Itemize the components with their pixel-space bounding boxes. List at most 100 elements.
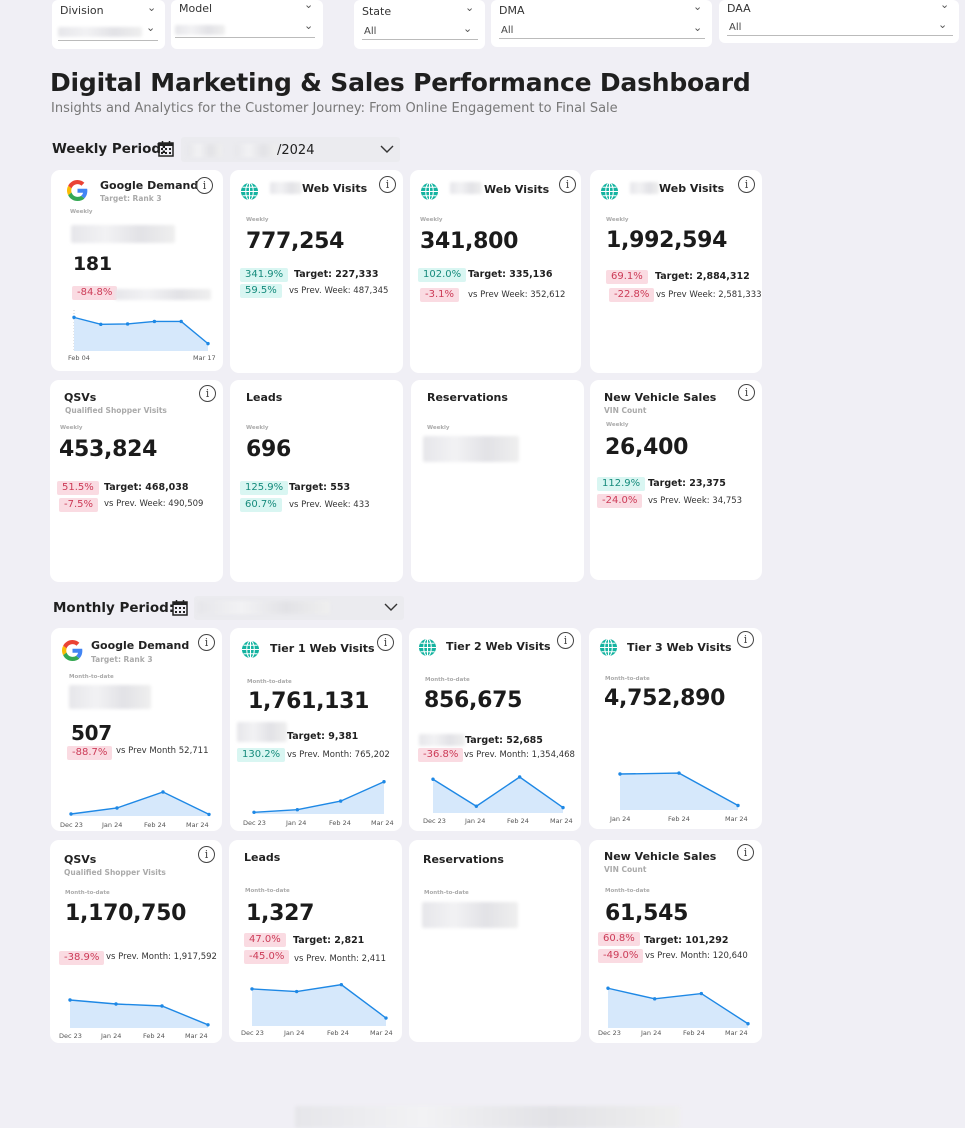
kpi-value: 696 <box>246 437 292 462</box>
info-icon[interactable]: i <box>377 634 394 651</box>
sparkline-point <box>152 319 157 324</box>
monthly-google-demand-sparkline <box>69 790 211 817</box>
info-icon[interactable]: i <box>738 384 755 401</box>
chevron-down-icon[interactable] <box>380 145 394 154</box>
monthly-qsv-card: QSVs Qualified Shopper Visits i Month-to… <box>50 840 222 1043</box>
info-icon[interactable]: i <box>196 177 213 194</box>
model-label: Model <box>179 2 213 15</box>
info-icon[interactable]: i <box>198 634 215 651</box>
google-icon <box>62 640 83 661</box>
kpi-value: 181 <box>73 253 112 275</box>
sparkline-point <box>677 771 681 775</box>
axis-tick: Mar 24 <box>550 817 573 825</box>
monthly-leads-sparkline <box>250 982 388 1026</box>
info-icon[interactable]: i <box>559 176 576 193</box>
model-slicer[interactable]: Model ⌄ ⌄ <box>171 0 323 49</box>
sparkline-point <box>338 799 343 803</box>
kpi-value: 507 <box>71 721 112 745</box>
prev-pct-badge: 60.7% <box>240 498 282 512</box>
axis-tick: Dec 23 <box>59 1032 82 1040</box>
card-title: Web Visits <box>484 183 550 196</box>
kpi-value: 453,824 <box>59 437 158 462</box>
sparkline-point <box>746 1022 750 1026</box>
chevron-down-icon[interactable]: ⌄ <box>304 0 313 11</box>
weekly-period-dropdown[interactable]: /2024 <box>181 137 400 162</box>
info-icon[interactable]: i <box>737 844 754 861</box>
info-icon[interactable]: i <box>737 631 754 648</box>
kpi-value: 856,675 <box>424 688 523 713</box>
target-pct-badge: 112.9% <box>597 477 646 491</box>
google-icon <box>67 180 88 201</box>
prev-pct-badge: -49.0% <box>598 949 644 963</box>
globe-icon <box>418 638 437 657</box>
axis-tick: Mar 24 <box>725 1029 748 1037</box>
chevron-down-icon[interactable]: ⌄ <box>147 1 156 14</box>
sparkline-point <box>561 805 565 810</box>
monthly-new-vehicle-sales-sparkline <box>606 986 750 1028</box>
target-text: Target: 227,333 <box>294 269 379 280</box>
kpi-value: 26,400 <box>605 435 689 460</box>
sparkline-point <box>618 772 622 776</box>
footer-redacted <box>295 1106 680 1128</box>
delta-badge: -84.8% <box>72 286 118 300</box>
period-caption: Month-to-date <box>65 890 110 896</box>
card-title: Leads <box>246 391 283 404</box>
info-icon[interactable]: i <box>557 632 574 649</box>
monthly-qsv-sparkline <box>68 998 210 1028</box>
chevron-down-icon[interactable]: ⌄ <box>938 18 947 31</box>
target-pct-badge: 47.0% <box>244 933 286 947</box>
page-subtitle: Insights and Analytics for the Customer … <box>51 101 618 116</box>
sparkline-area <box>252 984 386 1026</box>
chevron-down-icon[interactable]: ⌄ <box>465 1 474 14</box>
axis-tick: Feb 24 <box>327 1029 349 1037</box>
axis-tick: Feb 24 <box>668 815 690 823</box>
period-caption: Month-to-date <box>247 679 292 685</box>
period-caption: Month-to-date <box>245 888 290 894</box>
sparkline-point <box>206 341 210 346</box>
weekly-google-demand-card: Google Demand Target: Rank 3 i Weekly 18… <box>51 170 223 371</box>
chevron-down-icon[interactable] <box>384 603 398 612</box>
axis-tick: Mar 17 <box>193 354 216 362</box>
division-slicer[interactable]: Division ⌄ ⌄ <box>52 0 165 49</box>
dma-slicer[interactable]: DMA ⌄ All ⌄ <box>491 0 712 47</box>
daa-slicer[interactable]: DAA ⌄ All ⌄ <box>719 0 959 43</box>
target-pct-badge: 51.5% <box>57 481 99 495</box>
monthly-tier2-sparkline <box>431 775 565 813</box>
weekly-period-value: /2024 <box>277 143 315 158</box>
monthly-new-vehicle-sales-card: New Vehicle Sales VIN Count i Month-to-d… <box>589 840 762 1043</box>
daa-value: All <box>729 22 742 33</box>
info-icon[interactable]: i <box>198 846 215 863</box>
sparkline-point <box>69 812 73 816</box>
axis-tick: Feb 04 <box>68 354 90 362</box>
card-title: Leads <box>244 851 281 864</box>
chevron-down-icon[interactable]: ⌄ <box>693 21 702 34</box>
state-slicer[interactable]: State ⌄ All ⌄ <box>354 0 485 49</box>
prev-pct-badge: -36.8% <box>418 748 464 762</box>
weekly-web-visits-1-card: Web Visits i Weekly 777,254 341.9% Targe… <box>230 170 403 373</box>
info-icon[interactable]: i <box>738 176 755 193</box>
state-value: All <box>364 26 377 37</box>
weekly-leads-card: Leads Weekly 696 125.9% Target: 553 60.7… <box>230 380 403 582</box>
weekly-web-visits-3-card: Web Visits i Weekly 1,992,594 69.1% Targ… <box>590 170 762 373</box>
card-title: Web Visits <box>302 182 368 195</box>
chevron-down-icon[interactable]: ⌄ <box>693 0 702 13</box>
target-text: Target: 2,821 <box>293 935 365 946</box>
prev-text: vs Prev. Month: 1,354,468 <box>464 750 575 760</box>
chevron-down-icon[interactable]: ⌄ <box>146 21 155 34</box>
period-caption: Weekly <box>606 422 629 428</box>
card-subtitle: Target: Rank 3 <box>91 655 153 664</box>
globe-icon <box>240 182 259 201</box>
axis-tick: Jan 24 <box>465 817 486 825</box>
monthly-period-dropdown[interactable] <box>194 596 404 620</box>
chevron-down-icon[interactable]: ⌄ <box>304 19 313 32</box>
info-icon[interactable]: i <box>379 176 396 193</box>
period-caption: Month-to-date <box>69 674 114 680</box>
card-title: Web Visits <box>659 182 725 195</box>
weekly-new-vehicle-sales-card: New Vehicle Sales VIN Count i Weekly 26,… <box>590 380 762 580</box>
monthly-tier1-sparkline <box>252 780 386 814</box>
chevron-down-icon[interactable]: ⌄ <box>940 0 949 11</box>
info-icon[interactable]: i <box>199 385 216 402</box>
chevron-down-icon[interactable]: ⌄ <box>463 22 472 35</box>
globe-icon <box>599 638 618 657</box>
prev-pct-badge: -45.0% <box>244 950 290 964</box>
